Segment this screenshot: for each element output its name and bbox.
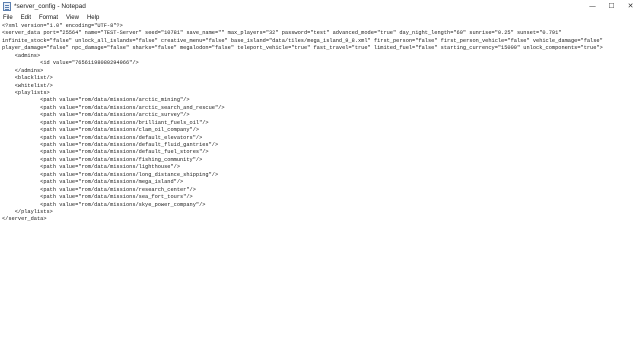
text-line: <whitelist/> [2, 82, 53, 89]
window-controls: — ☐ ✕ [583, 0, 640, 13]
text-line: <path value="rom/data/missions/skye_powe… [2, 201, 206, 208]
text-line: <?xml version="1.0" encoding="UTF-8"?> [2, 23, 123, 29]
text-content[interactable]: <?xml version="1.0" encoding="UTF-8"?> <s… [2, 23, 638, 224]
title-bar: *server_config - Notepad — ☐ ✕ [0, 0, 640, 13]
menu-file[interactable]: File [0, 13, 17, 23]
maximize-button[interactable]: ☐ [602, 0, 621, 13]
menu-format[interactable]: Format [35, 13, 62, 23]
text-line: </admins> [2, 67, 44, 74]
minimize-button[interactable]: — [583, 0, 602, 13]
text-line: <path value="rom/data/missions/default_e… [2, 134, 203, 141]
close-button[interactable]: ✕ [621, 0, 640, 13]
text-line: <blacklist/> [2, 75, 53, 82]
text-line: </playlists> [2, 208, 53, 215]
text-line: <path value="rom/data/missions/brilliant… [2, 119, 209, 126]
menu-bar: File Edit Format View Help [0, 13, 640, 23]
menu-edit[interactable]: Edit [17, 13, 35, 23]
text-line: <path value="rom/data/missions/clam_oil_… [2, 127, 200, 134]
text-line: <path value="rom/data/missions/default_f… [2, 149, 209, 156]
text-line: <playlists> [2, 89, 50, 96]
text-line: <id value="76561198080294966"/> [2, 60, 139, 67]
menu-view[interactable]: View [62, 13, 83, 23]
text-line: player_damage="false" npc_damage="false"… [2, 45, 603, 52]
text-line: <path value="rom/data/missions/arctic_se… [2, 104, 225, 111]
text-line: <path value="rom/data/missions/default_f… [2, 142, 219, 148]
text-line: <path value="rom/data/missions/arctic_su… [2, 112, 190, 119]
text-line: <server_data port="25564" name="TEST-Ser… [2, 30, 562, 37]
notepad-icon [3, 2, 11, 11]
menu-help[interactable]: Help [83, 13, 103, 23]
text-line: <path value="rom/data/missions/research_… [2, 186, 196, 193]
text-line: <path value="rom/data/missions/mega_isla… [2, 179, 184, 186]
text-line: <path value="rom/data/missions/lighthous… [2, 164, 181, 171]
text-line: <path value="rom/data/missions/arctic_mi… [2, 97, 190, 104]
text-line: </server_data> [2, 216, 47, 223]
text-line: <path value="rom/data/missions/fishing_c… [2, 156, 203, 163]
window-title: *server_config - Notepad [14, 3, 86, 10]
text-editor[interactable]: <?xml version="1.0" encoding="UTF-8"?> <s… [0, 23, 640, 360]
text-line: <path value="rom/data/missions/sea_fort_… [2, 194, 193, 201]
text-line: <path value="rom/data/missions/long_dist… [2, 171, 219, 178]
text-line: infinite_stock="false" unlock_all_island… [2, 37, 603, 44]
text-line: <admins> [2, 52, 41, 59]
